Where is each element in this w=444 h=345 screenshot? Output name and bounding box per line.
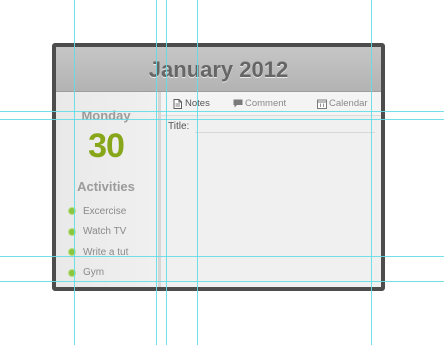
activity-label: Watch TV <box>83 226 127 238</box>
guide-line <box>371 0 372 345</box>
activity-label: Gym <box>83 267 105 279</box>
tab-bar: Notes Comment <box>161 92 381 116</box>
activities-heading: Activities <box>77 179 135 194</box>
tab-calendar-label: Calendar <box>329 98 368 109</box>
guide-line <box>166 0 167 345</box>
guide-line <box>0 111 444 112</box>
title-input[interactable] <box>195 120 375 133</box>
tab-comment-label: Comment <box>245 98 287 109</box>
guide-line <box>197 0 198 345</box>
activity-list: Excercise Watch TV Write a tut Gym <box>69 201 128 283</box>
guide-line <box>0 119 444 120</box>
guide-line <box>0 256 444 257</box>
month-title: January 2012 <box>148 57 289 82</box>
tab-notes[interactable]: Notes <box>173 98 210 109</box>
notes-icon <box>173 99 182 109</box>
notes-panel: Notes Comment <box>161 92 381 287</box>
comment-icon <box>233 99 243 108</box>
activity-item[interactable]: Excercise <box>69 201 128 222</box>
title-label: Title: <box>168 121 190 132</box>
guide-line <box>156 0 157 345</box>
activity-item[interactable]: Write a tut <box>69 242 128 263</box>
calendar-header: January 2012 <box>56 47 381 92</box>
calendar-widget: January 2012 Monday 30 Activities Excerc… <box>52 43 385 291</box>
tab-comment[interactable]: Comment <box>233 98 286 109</box>
guide-line <box>0 281 444 282</box>
tab-calendar[interactable]: Calendar <box>317 98 368 109</box>
activity-item[interactable]: Watch TV <box>69 222 128 243</box>
day-panel: Monday 30 Activities Excercise Watch TV … <box>56 92 161 287</box>
activity-item[interactable]: Gym <box>69 263 128 284</box>
day-number: 30 <box>88 127 125 165</box>
activity-label: Excercise <box>83 205 127 217</box>
calendar-icon <box>317 99 327 109</box>
guide-line <box>74 0 75 345</box>
